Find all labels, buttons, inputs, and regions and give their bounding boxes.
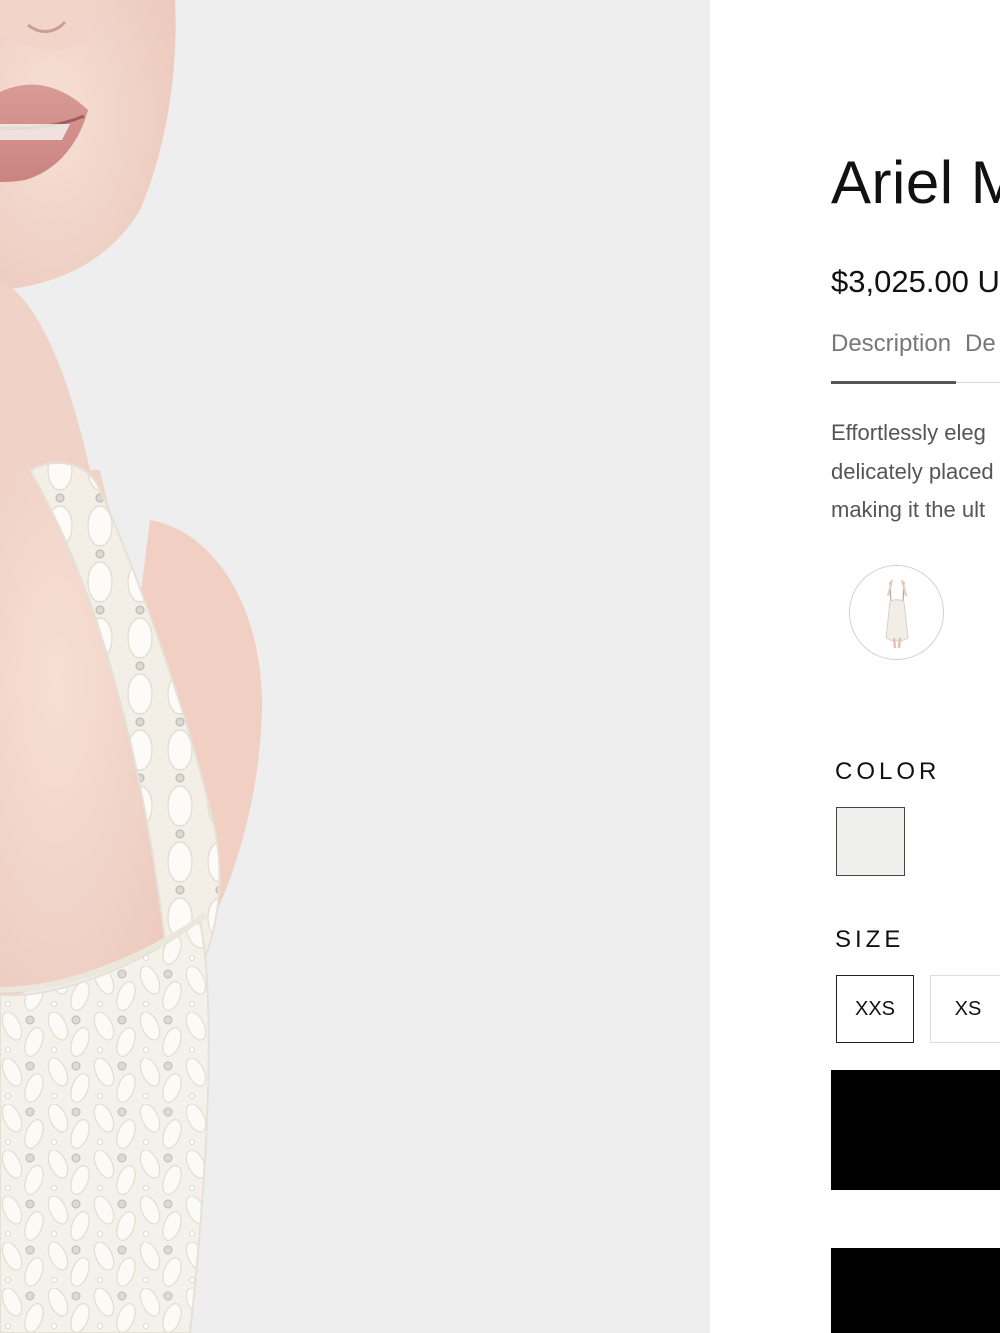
tab-description[interactable]: Description	[831, 330, 951, 378]
description-line: making it the ult	[831, 497, 986, 522]
secondary-action-button[interactable]	[831, 1248, 1000, 1333]
product-price: $3,025.00 U	[831, 264, 1000, 299]
tab-details[interactable]: De	[965, 330, 996, 378]
dress-thumbnail[interactable]	[849, 565, 944, 660]
tab-active-indicator	[831, 381, 956, 384]
size-option-xs[interactable]: XS	[930, 975, 1000, 1043]
product-description: Effortlessly eleg delicately placed maki…	[831, 414, 1000, 530]
add-to-cart-button[interactable]	[831, 1070, 1000, 1190]
product-title: Ariel M	[831, 149, 1000, 216]
description-line: delicately placed	[831, 458, 994, 484]
description-line: Effortlessly eleg	[831, 420, 986, 445]
color-label: COLOR	[835, 758, 941, 785]
size-options: XXS XS	[836, 975, 1000, 1043]
color-swatch-ivory[interactable]	[836, 807, 905, 876]
size-label: SIZE	[835, 926, 905, 953]
product-photo-illustration	[0, 0, 710, 1333]
dress-thumbnail-icon	[850, 566, 943, 659]
product-photo	[0, 0, 710, 1333]
info-tabs: Description De	[831, 330, 1000, 378]
product-info-panel: Ariel M $3,025.00 U Description De Effort…	[710, 0, 1000, 1333]
size-option-xxs[interactable]: XXS	[836, 975, 914, 1043]
